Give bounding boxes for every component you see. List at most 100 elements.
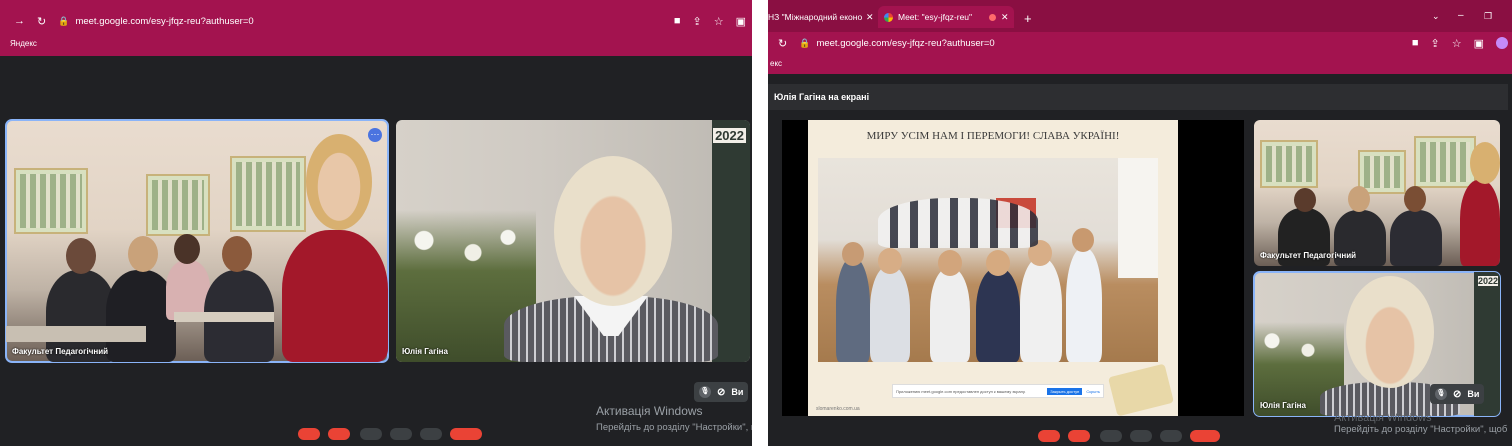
classroom-poster <box>1260 140 1318 188</box>
scroll-decoration <box>1108 363 1174 417</box>
windows-activation: Активація Windows Перейдіть до розділу "… <box>596 404 752 433</box>
reload-icon[interactable]: ↻ <box>37 15 46 28</box>
share-icon[interactable]: ⇪ <box>693 15 702 28</box>
minimize-icon[interactable]: – <box>1458 10 1464 21</box>
mic-button[interactable] <box>298 428 320 440</box>
close-icon[interactable]: ✕ <box>866 12 874 23</box>
slide-photo <box>818 158 1158 362</box>
presenter-head <box>554 156 672 306</box>
student-head <box>1348 186 1370 212</box>
address-url[interactable]: meet.google.com/esy-jfqz-reu?authuser=0 <box>816 38 994 49</box>
tab-institute[interactable]: НЗ "Міжнародний економіч ✕ <box>768 6 876 28</box>
teacher-head <box>306 134 372 230</box>
sidebar-icon[interactable]: ▣ <box>1474 37 1484 50</box>
star-icon[interactable]: ☆ <box>1452 37 1462 50</box>
captions-button[interactable] <box>360 428 382 440</box>
camera-icon[interactable]: ■ <box>674 15 681 27</box>
share-prompt-text: Приложению meet.google.com предоставлен … <box>896 388 1026 394</box>
classroom-poster <box>1414 136 1476 188</box>
self-view-controls: 🎙 ⊘ Ви <box>694 382 749 402</box>
desk <box>174 312 274 322</box>
lock-icon[interactable]: 🔒 <box>799 38 810 49</box>
student-head <box>128 236 158 272</box>
classroom-poster <box>146 174 210 236</box>
screen-share-prompt: Приложению meet.google.com предоставлен … <box>892 384 1104 398</box>
board-year: 2022 <box>1477 276 1498 286</box>
tile-faculty[interactable]: Факультет Педагогічний <box>1254 120 1500 266</box>
stop-sharing-button[interactable]: Закрыть доступ <box>1047 387 1083 395</box>
present-button[interactable] <box>1130 430 1152 442</box>
slide: МИРУ УСІМ НАМ І ПЕРЕМОГИ! СЛАВА УКРАЇНІ! <box>808 120 1178 417</box>
mic-off-icon[interactable]: 🎙 <box>699 386 711 398</box>
more-options-button[interactable] <box>1160 430 1182 442</box>
participant-name: Юлія Гагіна <box>1260 401 1306 410</box>
desk <box>6 326 146 342</box>
board-year: 2022 <box>713 128 746 143</box>
child-head <box>938 250 962 276</box>
windows-activation: Активація Windows Перейдіть до розділу "… <box>1334 412 1507 435</box>
teacher <box>1460 180 1500 266</box>
presenting-label: Юлія Гагіна на екрані <box>774 92 870 102</box>
bookmark-yandex[interactable]: екс <box>770 59 782 68</box>
address-url[interactable]: meet.google.com/esy-jfqz-reu?authuser=0 <box>75 16 253 27</box>
more-options-button[interactable] <box>420 428 442 440</box>
tab-meet[interactable]: Meet: "esy-jfqz-reu" ✕ <box>878 6 1014 28</box>
camera-icon[interactable]: ■ <box>1412 37 1419 49</box>
profile-avatar[interactable] <box>1496 37 1508 49</box>
camera-button[interactable] <box>1068 430 1090 442</box>
classroom-poster <box>230 156 306 232</box>
student-head <box>1404 186 1426 212</box>
lock-icon[interactable]: 🔒 <box>58 16 69 27</box>
slide-title: МИРУ УСІМ НАМ І ПЕРЕМОГИ! СЛАВА УКРАЇНІ! <box>866 130 1120 142</box>
presentation-area: МИРУ УСІМ НАМ І ПЕРЕМОГИ! СЛАВА УКРАЇНІ! <box>782 120 1244 417</box>
activation-title: Активація Windows <box>1334 412 1432 424</box>
meet-favicon <box>884 12 893 22</box>
hide-link[interactable]: Скрыть <box>1086 389 1100 394</box>
camera-off-icon[interactable]: ⊘ <box>717 387 725 398</box>
activation-subtitle: Перейдіть до розділу "Настройки", щоб <box>596 422 752 433</box>
chevron-down-icon[interactable]: ⌄ <box>1432 11 1440 22</box>
close-icon[interactable]: ✕ <box>1001 12 1009 23</box>
mic-off-icon[interactable]: 🎙 <box>1435 388 1447 400</box>
self-label: Ви <box>1467 389 1480 399</box>
activation-title: Активація Windows <box>596 404 703 418</box>
child <box>836 258 870 362</box>
classroom-poster <box>14 168 88 234</box>
participant-name: Юлія Гагіна <box>402 347 448 356</box>
bookmark-yandex[interactable]: Яндекс <box>10 39 37 48</box>
share-icon[interactable]: ⇪ <box>1431 37 1440 50</box>
child <box>930 268 970 362</box>
child-head <box>878 248 902 274</box>
student-head <box>174 234 200 264</box>
end-call-button[interactable] <box>1190 430 1220 442</box>
tile-faculty[interactable]: ⋯ Факультет Педагогічний <box>5 119 389 363</box>
child <box>1066 248 1102 362</box>
participant-name: Факультет Педагогічний <box>1260 251 1357 260</box>
child <box>976 268 1020 362</box>
child-head <box>842 242 864 266</box>
camera-off-icon[interactable]: ⊘ <box>1453 389 1461 400</box>
left-address-bar: → ↻ 🔒 meet.google.com/esy-jfqz-reu?authu… <box>0 10 752 32</box>
presenter-head <box>1346 276 1434 388</box>
new-tab-icon[interactable]: + <box>1024 11 1032 26</box>
tile-options-icon[interactable]: ⋯ <box>368 128 382 142</box>
captions-button[interactable] <box>1100 430 1122 442</box>
teacher <box>282 230 388 362</box>
left-screenshot: → ↻ 🔒 meet.google.com/esy-jfqz-reu?authu… <box>0 0 752 446</box>
restore-icon[interactable]: ❐ <box>1484 11 1492 22</box>
star-icon[interactable]: ☆ <box>714 15 724 28</box>
child <box>870 266 910 362</box>
present-button[interactable] <box>390 428 412 440</box>
student <box>1390 210 1442 266</box>
sidebar-icon[interactable]: ▣ <box>736 15 746 28</box>
reload-icon[interactable]: ↻ <box>778 37 787 50</box>
teacher-head <box>1470 142 1500 184</box>
tile-presenter[interactable]: 2022 Юлія Гагіна <box>396 120 750 362</box>
child <box>1020 258 1062 362</box>
end-call-button[interactable] <box>450 428 482 440</box>
camera-button[interactable] <box>328 428 350 440</box>
forward-icon[interactable]: → <box>14 15 25 27</box>
tab-label: Meet: "esy-jfqz-reu" <box>898 12 973 22</box>
mic-button[interactable] <box>1038 430 1060 442</box>
right-tab-strip: НЗ "Міжнародний економіч ✕ Meet: "esy-jf… <box>768 0 1512 32</box>
